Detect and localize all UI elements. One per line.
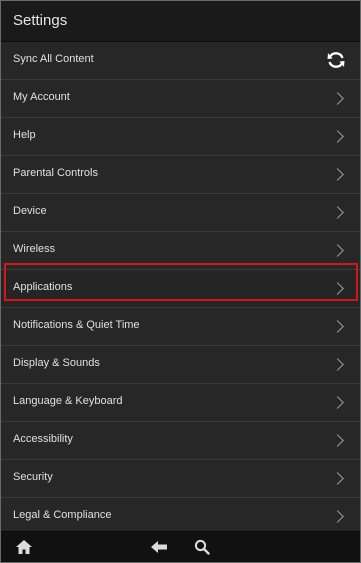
settings-item-label: Parental Controls: [13, 167, 98, 179]
settings-item-language-keyboard[interactable]: Language & Keyboard: [1, 384, 360, 422]
chevron-right-icon: [331, 434, 344, 447]
settings-item-label: Display & Sounds: [13, 357, 100, 369]
settings-window: Settings Sync All Content My Account Hel…: [0, 0, 361, 563]
settings-item-label: Security: [13, 471, 53, 483]
chevron-right-icon: [331, 130, 344, 143]
settings-item-device[interactable]: Device: [1, 194, 360, 232]
settings-item-label: Applications: [13, 281, 73, 293]
settings-item-label: Device: [13, 205, 47, 217]
bottom-nav-bar: [1, 531, 360, 562]
chevron-right-icon: [331, 472, 344, 485]
chevron-right-icon: [331, 206, 344, 219]
settings-item-security[interactable]: Security: [1, 460, 360, 498]
chevron-right-icon: [331, 510, 344, 523]
settings-item-applications[interactable]: Applications: [1, 270, 360, 308]
header-bar: Settings: [1, 1, 360, 42]
chevron-right-icon: [331, 396, 344, 409]
settings-item-wireless[interactable]: Wireless: [1, 232, 360, 270]
settings-item-my-account[interactable]: My Account: [1, 80, 360, 118]
settings-item-sync-all-content[interactable]: Sync All Content: [1, 42, 360, 80]
settings-item-label: Sync All Content: [13, 53, 94, 65]
page-title: Settings: [13, 12, 68, 29]
chevron-right-icon: [331, 168, 344, 181]
settings-item-help[interactable]: Help: [1, 118, 360, 156]
settings-item-accessibility[interactable]: Accessibility: [1, 422, 360, 460]
chevron-right-icon: [331, 244, 344, 257]
chevron-right-icon: [331, 92, 344, 105]
settings-item-display-sounds[interactable]: Display & Sounds: [1, 346, 360, 384]
settings-item-label: Language & Keyboard: [13, 395, 123, 407]
home-icon[interactable]: [15, 539, 33, 555]
back-arrow-icon[interactable]: [150, 540, 168, 554]
search-icon[interactable]: [194, 539, 210, 555]
settings-item-parental-controls[interactable]: Parental Controls: [1, 156, 360, 194]
settings-item-notifications[interactable]: Notifications & Quiet Time: [1, 308, 360, 346]
settings-list: Sync All Content My Account Help Parenta…: [1, 42, 360, 536]
settings-item-label: Wireless: [13, 243, 56, 255]
settings-item-label: My Account: [13, 91, 70, 103]
settings-item-label: Notifications & Quiet Time: [13, 319, 140, 331]
chevron-right-icon: [331, 282, 344, 295]
settings-item-label: Legal & Compliance: [13, 509, 112, 521]
chevron-right-icon: [331, 358, 344, 371]
sync-icon[interactable]: [326, 50, 346, 70]
settings-item-label: Accessibility: [13, 433, 73, 445]
chevron-right-icon: [331, 320, 344, 333]
settings-item-label: Help: [13, 129, 36, 141]
